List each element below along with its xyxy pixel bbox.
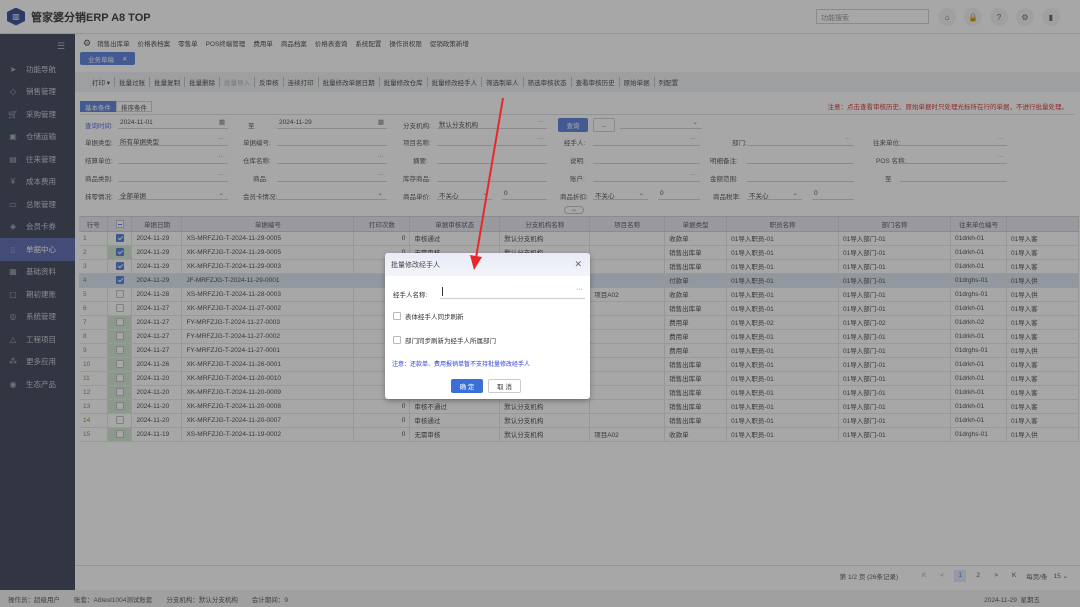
- arrow-line: [475, 97, 504, 259]
- annotation-arrow: [470, 97, 504, 270]
- arrow-head: [470, 255, 482, 270]
